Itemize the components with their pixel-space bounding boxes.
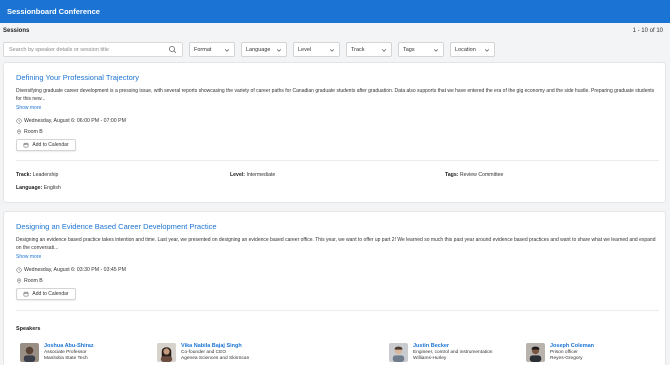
session-card: Defining Your Professional Trajectory Di…	[3, 62, 666, 203]
speaker-item[interactable]: Justin Becker Engineer, control and inst…	[389, 343, 492, 365]
avatar	[526, 343, 545, 362]
app-header: Sessionboard Conference	[0, 0, 670, 23]
speaker-organization: Manitoba State Tech	[44, 356, 88, 361]
avatar	[157, 343, 176, 362]
filter-level-label: Level	[298, 46, 312, 53]
chevron-down-icon	[224, 48, 230, 52]
speaker-name[interactable]: Justin Becker	[413, 343, 492, 350]
speaker-name[interactable]: Joseph Coleman	[550, 343, 594, 350]
session-title-link[interactable]: Defining Your Professional Trajectory	[16, 73, 139, 82]
speakers-heading: Speakers	[16, 326, 41, 332]
filter-location-label: Location	[455, 46, 476, 53]
filter-level[interactable]: Level	[293, 42, 340, 57]
session-description: Designing an evidence based practice tak…	[16, 237, 656, 251]
chevron-down-icon	[381, 48, 387, 52]
search-box[interactable]	[3, 42, 183, 57]
chevron-down-icon	[329, 48, 335, 52]
session-card: Designing an Evidence Based Career Devel…	[3, 211, 666, 365]
filter-format-label: Format	[194, 46, 212, 53]
session-level: Level: Intermediate	[230, 172, 275, 178]
speaker-item[interactable]: Vika Nabila Bajaj Singh Co-founder and C…	[157, 343, 249, 365]
speaker-item[interactable]: Joseph Coleman Prison officer Reyes-Greg…	[526, 343, 594, 365]
track-label: Track:	[16, 172, 32, 178]
filter-track[interactable]: Track	[346, 42, 392, 57]
chevron-down-icon	[484, 48, 490, 52]
filter-language-label: Language	[246, 46, 271, 53]
avatar	[389, 343, 408, 362]
session-room-text: Room B	[24, 129, 43, 135]
chevron-down-icon	[433, 48, 439, 52]
session-datetime: Wednesday, August 6: 03:30 PM - 03:45 PM	[16, 267, 126, 273]
add-to-calendar-button[interactable]: Add to Calendar	[16, 139, 76, 151]
filter-format[interactable]: Format	[189, 42, 235, 57]
calendar-icon	[24, 142, 29, 148]
speaker-organization: Reyes-Gregory	[550, 356, 583, 361]
show-more-link[interactable]: Show more	[16, 254, 41, 260]
level-label: Level:	[230, 172, 245, 178]
card-divider	[16, 310, 659, 311]
session-room-text: Room B	[24, 278, 43, 284]
speaker-organization: Agenea Sciences and SkinScan	[181, 356, 250, 361]
card-divider	[16, 160, 659, 161]
speaker-name[interactable]: Vika Nabila Bajaj Singh	[181, 343, 249, 350]
session-room: Room B	[16, 129, 43, 135]
language-label: Language:	[16, 185, 43, 191]
sessions-subheader: Sessions 1 - 10 of 10	[0, 23, 670, 39]
search-input[interactable]	[9, 46, 168, 53]
chevron-down-icon	[276, 48, 282, 52]
location-pin-icon	[17, 129, 21, 135]
language-value: English	[43, 185, 61, 191]
add-to-calendar-label: Add to Calendar	[32, 142, 69, 148]
clock-icon	[16, 267, 22, 273]
results-count: 1 - 10 of 10	[632, 28, 663, 34]
search-icon[interactable]	[168, 45, 177, 54]
calendar-icon	[24, 291, 29, 297]
filter-language[interactable]: Language	[241, 42, 287, 57]
session-description: Diversifying graduate career development…	[16, 88, 655, 102]
add-to-calendar-label: Add to Calendar	[32, 291, 69, 297]
filter-location[interactable]: Location	[450, 42, 495, 57]
session-datetime: Wednesday, August 6: 06:00 PM - 07:00 PM	[16, 118, 126, 124]
session-tags: Tags: Review Committee	[445, 172, 503, 178]
filter-track-label: Track	[351, 46, 365, 53]
filter-bar: Format Language Level Track Tags Locatio…	[3, 42, 667, 58]
avatar	[20, 343, 39, 362]
app-title: Sessionboard Conference	[7, 7, 100, 16]
sessions-title: Sessions	[3, 28, 30, 34]
session-datetime-text: Wednesday, August 6: 06:00 PM - 07:00 PM	[24, 118, 126, 124]
filter-tags[interactable]: Tags	[398, 42, 444, 57]
speaker-organization: Williams-Hurley	[413, 356, 447, 361]
level-value: Intermediate	[246, 172, 276, 178]
session-datetime-text: Wednesday, August 6: 03:30 PM - 03:45 PM	[24, 267, 126, 273]
speaker-name[interactable]: Joshua Abu-Shiraz	[44, 343, 94, 350]
tags-value: Review Committee	[459, 172, 504, 178]
add-to-calendar-button[interactable]: Add to Calendar	[16, 288, 76, 300]
location-pin-icon	[17, 278, 21, 284]
track-value: Leadership	[32, 172, 59, 178]
speaker-item[interactable]: Joshua Abu-Shiraz Associate Professor Ma…	[20, 343, 94, 365]
tags-label: Tags:	[445, 172, 459, 178]
session-track: Track: Leadership	[16, 172, 58, 178]
filter-tags-label: Tags	[403, 46, 415, 53]
clock-icon	[16, 118, 22, 124]
session-language: Language: English	[16, 185, 61, 191]
session-room: Room B	[16, 278, 43, 284]
show-more-link[interactable]: Show more	[16, 105, 41, 111]
session-title-link[interactable]: Designing an Evidence Based Career Devel…	[16, 222, 217, 231]
